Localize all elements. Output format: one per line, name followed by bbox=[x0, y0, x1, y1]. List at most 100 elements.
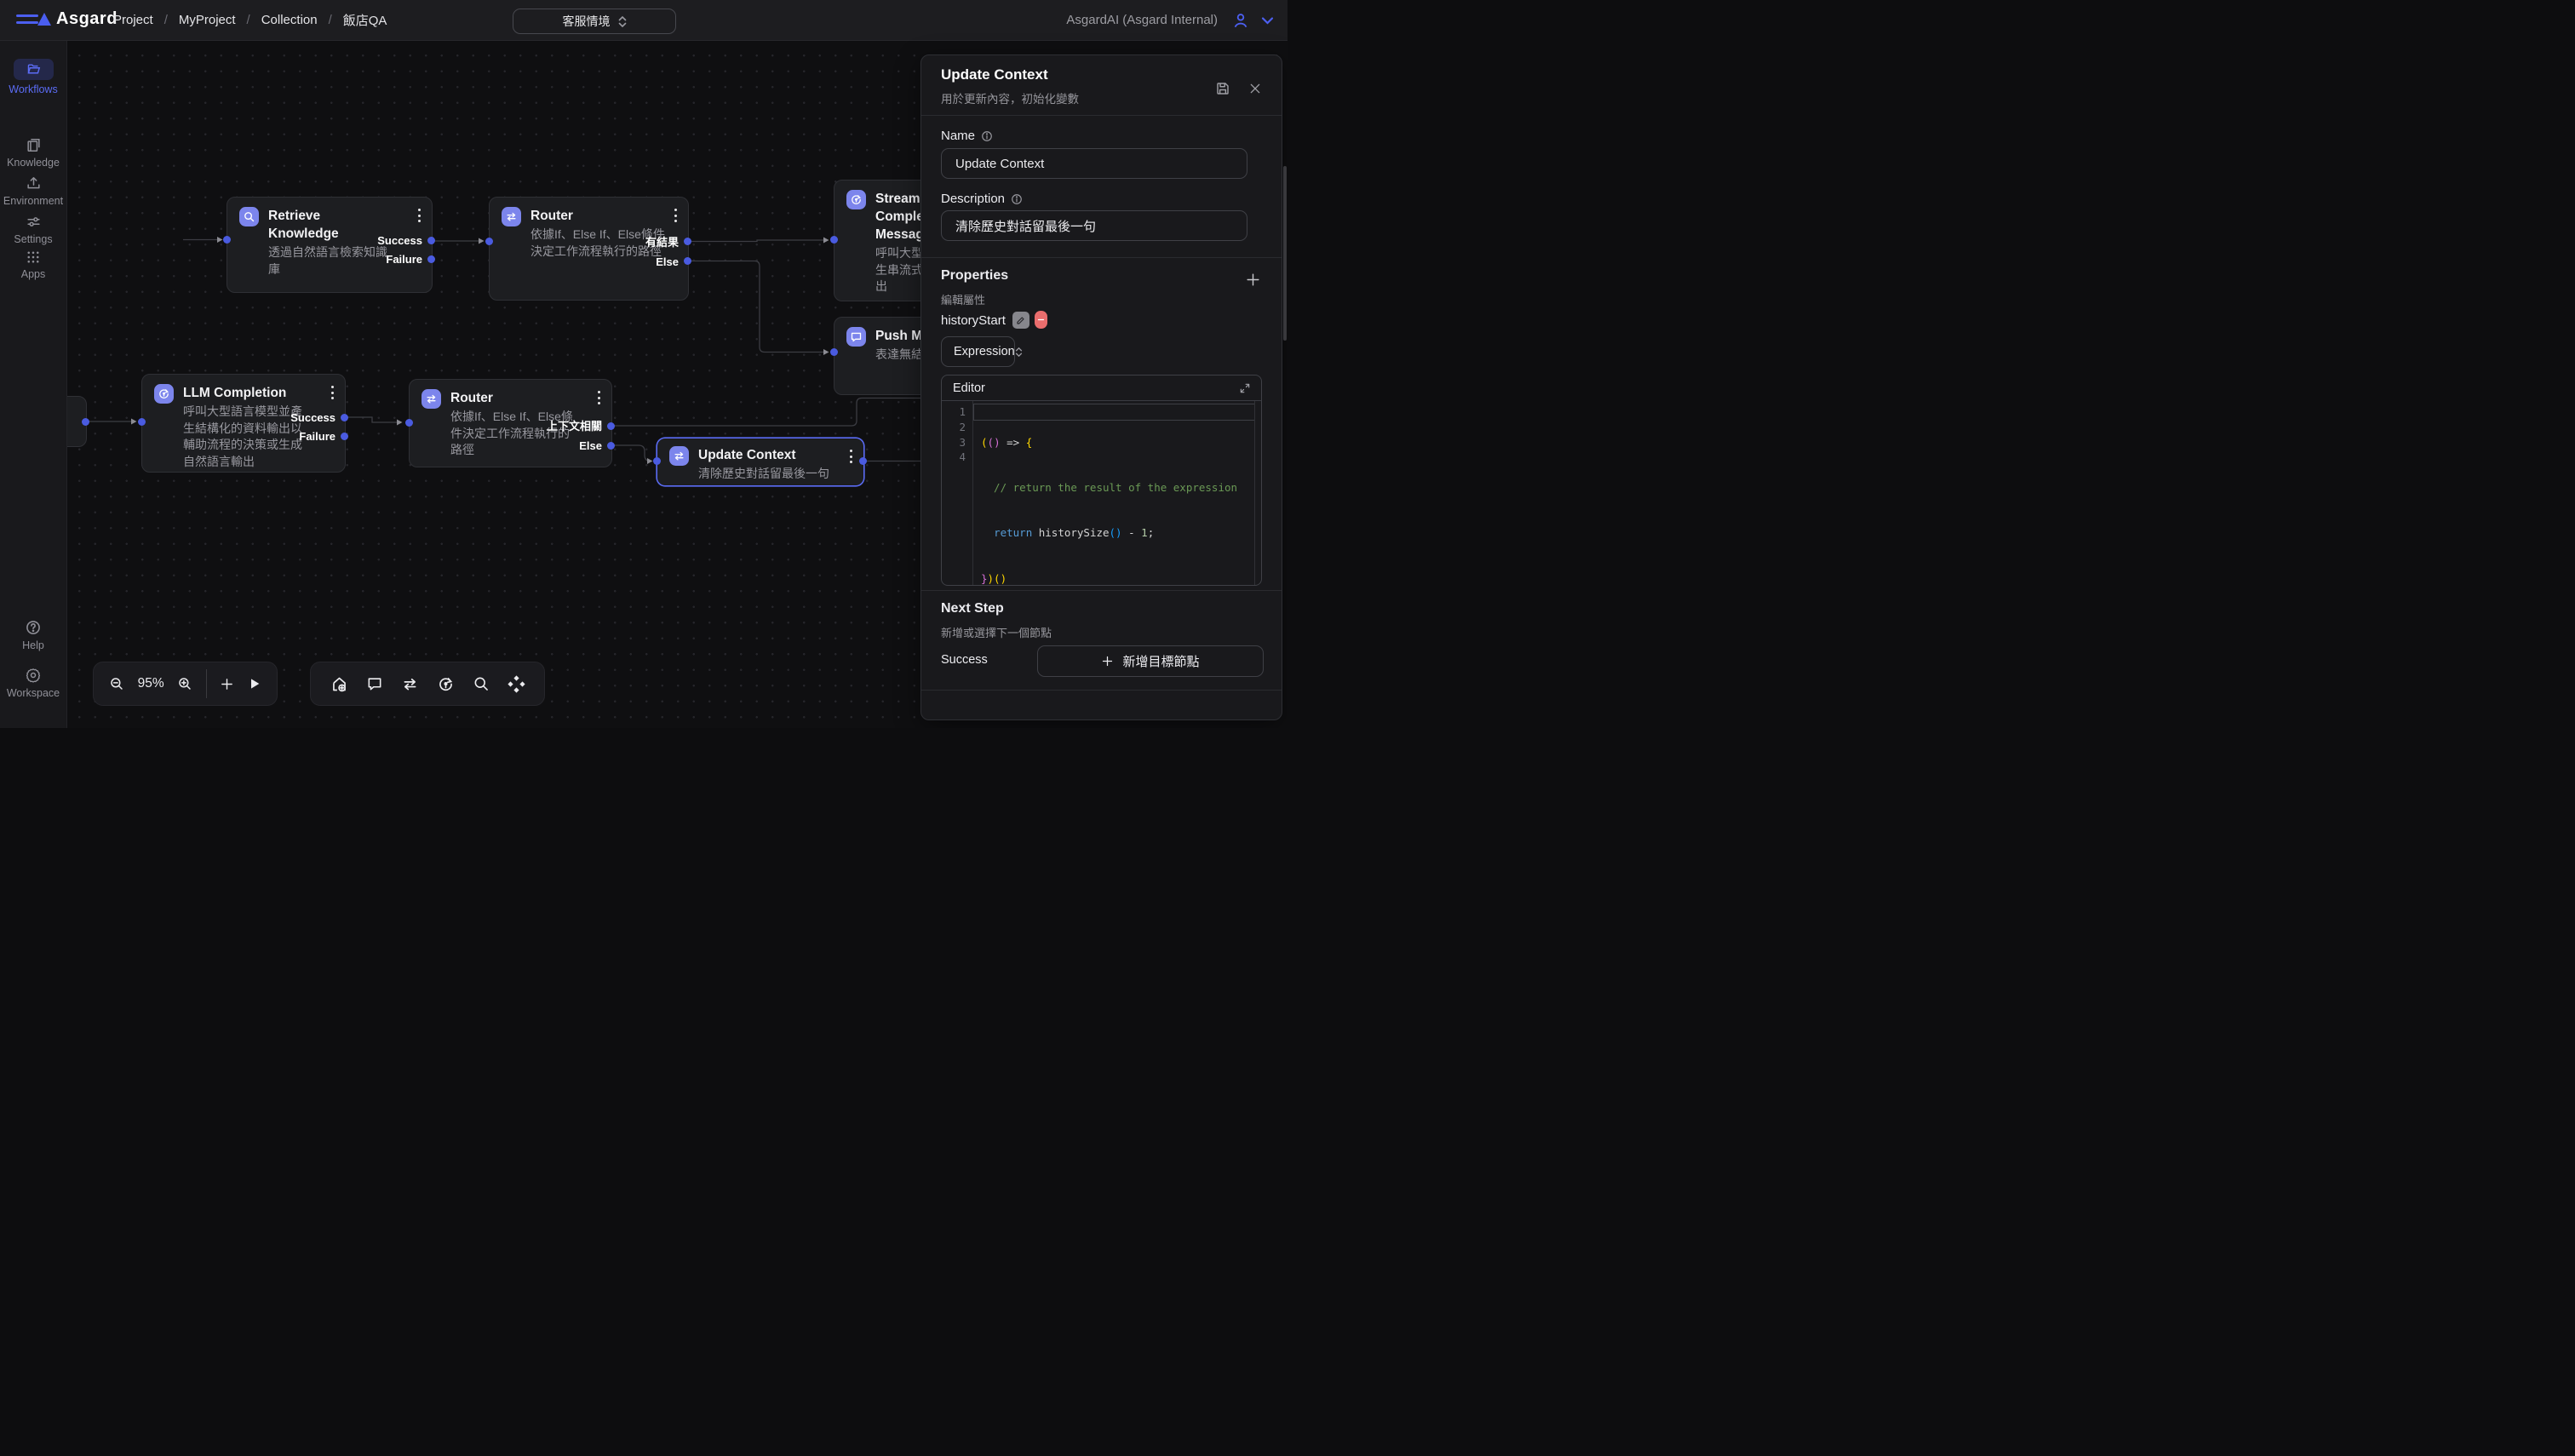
book-icon bbox=[26, 137, 42, 153]
node-llm-completion[interactable]: LLM Completion 呼叫大型語言模型並產生結構化的資料輸出以輔助流程的… bbox=[141, 374, 346, 473]
chat-bubble-icon[interactable] bbox=[366, 675, 383, 692]
port-dot[interactable] bbox=[138, 418, 146, 426]
port-dot[interactable] bbox=[341, 433, 348, 440]
port-dot[interactable] bbox=[830, 348, 838, 356]
search-icon[interactable] bbox=[473, 675, 490, 692]
node-title: Router bbox=[450, 389, 576, 407]
port-dot[interactable] bbox=[607, 442, 615, 450]
breadcrumb-project[interactable]: Project bbox=[113, 13, 153, 27]
info-icon bbox=[981, 130, 993, 142]
node-title: Router bbox=[530, 207, 669, 225]
output-label: 有結果 bbox=[645, 237, 679, 249]
sidebar-item-help[interactable]: Help bbox=[0, 619, 66, 651]
port-dot[interactable] bbox=[684, 238, 691, 245]
select-chevrons-icon bbox=[1015, 347, 1023, 357]
port-dot[interactable] bbox=[485, 238, 493, 245]
llm-icon[interactable] bbox=[437, 675, 455, 693]
swap-arrows-icon[interactable] bbox=[401, 675, 419, 693]
output-label: Else bbox=[579, 440, 602, 452]
port-dot[interactable] bbox=[341, 414, 348, 421]
property-name: historyStart bbox=[941, 313, 1006, 328]
toolbar-divider bbox=[206, 669, 207, 698]
zoom-out-icon[interactable] bbox=[109, 676, 124, 691]
breadcrumb-myproject[interactable]: MyProject bbox=[179, 13, 236, 27]
add-node-button[interactable] bbox=[220, 677, 234, 691]
node-update-context[interactable]: Update Context 清除歷史對話留最後一句 bbox=[657, 438, 864, 486]
sidebar-item-knowledge[interactable]: Knowledge bbox=[0, 137, 66, 169]
sidebar-item-environment[interactable]: Environment bbox=[0, 175, 66, 207]
home-plus-icon[interactable] bbox=[330, 675, 348, 693]
user-icon[interactable] bbox=[1231, 11, 1250, 30]
description-input[interactable]: 清除歷史對話留最後一句 bbox=[941, 210, 1247, 241]
sidebar-item-apps[interactable]: Apps bbox=[0, 249, 66, 280]
select-chevrons-icon bbox=[618, 16, 627, 27]
close-icon[interactable] bbox=[1248, 82, 1262, 95]
port-dot[interactable] bbox=[82, 418, 89, 426]
breadcrumb-collection[interactable]: Collection bbox=[261, 13, 318, 27]
name-input[interactable]: Update Context bbox=[941, 148, 1247, 179]
sidebar-item-settings[interactable]: Settings bbox=[0, 214, 66, 245]
app-window: Retrieve Knowledge 透過自然語言檢索知識庫 Success F… bbox=[0, 0, 1288, 728]
add-property-icon[interactable] bbox=[1245, 272, 1261, 288]
node-router-2[interactable]: Router 依據If、Else If、Else條件決定工作流程執行的路徑 上下… bbox=[409, 379, 612, 467]
breadcrumb-current[interactable]: 飯店QA bbox=[343, 11, 387, 29]
port-dot[interactable] bbox=[427, 237, 435, 244]
plus-icon bbox=[1101, 655, 1114, 668]
property-type-select[interactable]: Expression bbox=[941, 336, 1015, 367]
expand-icon[interactable] bbox=[1239, 382, 1251, 394]
node-menu-icon[interactable] bbox=[331, 386, 334, 399]
port-dot[interactable] bbox=[607, 422, 615, 430]
save-icon[interactable] bbox=[1215, 81, 1230, 96]
folder-icon bbox=[26, 62, 41, 77]
node-description: 呼叫大型語言模型並產生結構化的資料輸出以輔助流程的決策或生成自然語言輸出 bbox=[183, 404, 304, 470]
environment-select[interactable]: 客服情境 bbox=[513, 9, 676, 34]
output-label: Failure bbox=[386, 254, 422, 266]
output-label: Success bbox=[377, 235, 422, 247]
gear-icon bbox=[25, 667, 42, 684]
chevron-down-icon[interactable] bbox=[1261, 16, 1274, 25]
editor-scrollbar[interactable] bbox=[1254, 401, 1255, 586]
sidebar-item-workflows[interactable]: Workflows bbox=[0, 59, 66, 95]
asgard-logo bbox=[37, 13, 51, 26]
upload-icon bbox=[26, 175, 42, 192]
remove-property-button[interactable] bbox=[1035, 311, 1047, 329]
window-scrollbar[interactable] bbox=[1283, 166, 1287, 341]
port-dot[interactable] bbox=[223, 236, 231, 244]
zoom-toolbar: 95% bbox=[93, 662, 278, 706]
llm-icon bbox=[846, 190, 866, 209]
zoom-level: 95% bbox=[138, 676, 164, 691]
port-dot[interactable] bbox=[830, 236, 838, 244]
node-router-1[interactable]: Router 依據If、Else If、Else條件決定工作流程執行的路徑 有結… bbox=[489, 197, 689, 301]
zoom-in-icon[interactable] bbox=[177, 676, 192, 691]
swap-arrows-icon bbox=[502, 207, 521, 226]
output-label: Else bbox=[656, 256, 679, 268]
node-menu-icon[interactable] bbox=[598, 391, 600, 404]
port-dot[interactable] bbox=[405, 419, 413, 427]
node-menu-icon[interactable] bbox=[850, 450, 852, 463]
code-line: // return the result of the expression bbox=[981, 480, 1254, 496]
node-menu-icon[interactable] bbox=[418, 209, 421, 222]
port-dot[interactable] bbox=[859, 457, 867, 465]
add-target-node-button[interactable]: 新增目標節點 bbox=[1037, 645, 1264, 677]
node-description: 依據If、Else If、Else條件決定工作流程執行的路徑 bbox=[450, 409, 576, 459]
node-menu-icon[interactable] bbox=[674, 209, 677, 222]
node-retrieve-knowledge[interactable]: Retrieve Knowledge 透過自然語言檢索知識庫 Success F… bbox=[227, 197, 433, 293]
pencil-icon bbox=[1016, 315, 1026, 325]
port-dot[interactable] bbox=[653, 457, 661, 465]
run-workflow-button[interactable] bbox=[248, 677, 261, 691]
grid-icon bbox=[26, 249, 41, 265]
port-dot[interactable] bbox=[427, 255, 435, 263]
next-step-title: Next Step bbox=[941, 601, 1004, 616]
code-area[interactable]: 1 2 3 4 (() => { // return the result of… bbox=[942, 401, 1261, 586]
left-sidebar: Workflows Knowledge Environment Settings… bbox=[0, 40, 67, 728]
diamond-cluster-icon[interactable] bbox=[508, 675, 525, 693]
code-line: })() bbox=[981, 571, 1254, 586]
output-label: Failure bbox=[299, 431, 335, 443]
code-line: return historySize() - 1; bbox=[981, 525, 1254, 541]
sidebar-item-workspace[interactable]: Workspace bbox=[0, 667, 66, 699]
menu-icon[interactable] bbox=[16, 14, 38, 26]
port-dot[interactable] bbox=[684, 257, 691, 265]
description-label: Description bbox=[941, 192, 1023, 206]
edit-property-button[interactable] bbox=[1012, 312, 1029, 329]
node-title: LLM Completion bbox=[183, 384, 304, 402]
